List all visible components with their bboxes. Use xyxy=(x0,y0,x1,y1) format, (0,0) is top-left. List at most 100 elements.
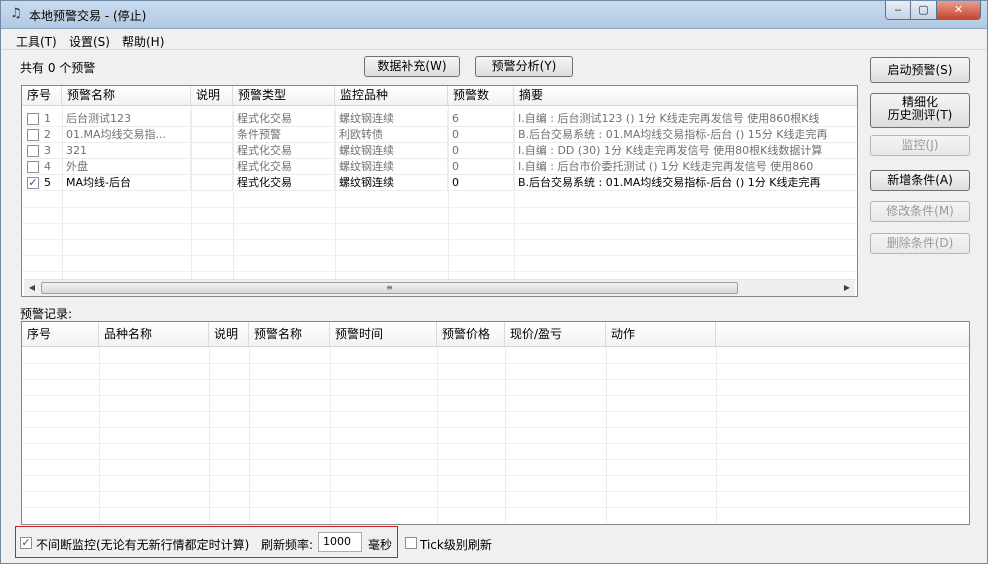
menu-help[interactable]: 帮助(H) xyxy=(122,33,164,50)
row-type: 程式化交易 xyxy=(233,175,335,191)
grid-line xyxy=(716,347,717,524)
row-desc xyxy=(191,111,233,127)
grid-line xyxy=(606,347,607,524)
empty-row-line xyxy=(22,271,857,272)
scroll-right-arrow-icon[interactable]: ▶ xyxy=(839,280,855,296)
horizontal-scrollbar[interactable]: ◀ ≡ ▶ xyxy=(24,279,855,296)
row-symbol: 螺纹钢连续 xyxy=(335,175,448,191)
col-header-name[interactable]: 预警名称 xyxy=(62,86,191,105)
row-count: 0 xyxy=(448,143,514,159)
row-checkbox-checked[interactable]: ✓ xyxy=(27,177,39,189)
empty-row-line xyxy=(22,207,857,208)
row-id: 3 xyxy=(44,144,51,157)
window-controls: ‒ ▢ ✕ xyxy=(885,1,981,21)
row-summary: B.后台交易系统 : 01.MA均线交易指标-后台 () 15分 K线走完再 xyxy=(518,128,828,141)
row-count: 0 xyxy=(448,159,514,175)
rec-col-price[interactable]: 预警价格 xyxy=(437,322,505,346)
row-summary: B.后台交易系统 : 01.MA均线交易指标-后台 () 1分 K线走完再 xyxy=(518,176,821,189)
row-symbol: 利欧转债 xyxy=(335,127,448,143)
edit-condition-button[interactable]: 修改条件(M) xyxy=(870,201,970,222)
empty-row-line xyxy=(22,507,969,508)
row-desc xyxy=(191,127,233,143)
empty-row-line xyxy=(22,395,969,396)
monitor-button[interactable]: 监控(J) xyxy=(870,135,970,156)
table-row[interactable]: 1 后台测试123 程式化交易 螺纹钢连续 6 I.自编 : 后台测试123 (… xyxy=(22,111,857,127)
row-count: 0 xyxy=(448,127,514,143)
continuous-monitor-checkbox[interactable]: ✓ xyxy=(20,537,32,549)
tick-refresh-checkbox[interactable] xyxy=(405,537,417,549)
empty-row-line xyxy=(22,459,969,460)
empty-row-line xyxy=(22,255,857,256)
maximize-button[interactable]: ▢ xyxy=(911,1,937,20)
start-alert-button[interactable]: 启动预警(S) xyxy=(870,57,970,83)
row-symbol: 螺纹钢连续 xyxy=(335,159,448,175)
row-name: 01.MA均线交易指... xyxy=(62,127,191,143)
scrollbar-thumb[interactable]: ≡ xyxy=(41,282,738,294)
records-table-header: 序号 品种名称 说明 预警名称 预警时间 预警价格 现价/盈亏 动作 xyxy=(22,322,969,347)
rec-col-action[interactable]: 动作 xyxy=(606,322,716,346)
add-condition-button[interactable]: 新增条件(A) xyxy=(870,170,970,191)
menu-settings[interactable]: 设置(S) xyxy=(69,33,110,50)
empty-row-line xyxy=(22,443,969,444)
row-checkbox[interactable] xyxy=(27,145,39,157)
empty-row-line xyxy=(22,491,969,492)
col-header-type[interactable]: 预警类型 xyxy=(233,86,335,105)
row-count: 0 xyxy=(448,175,514,191)
menu-bar: 工具(T) 设置(S) 帮助(H) xyxy=(2,30,986,50)
empty-row-line xyxy=(22,411,969,412)
menu-tools[interactable]: 工具(T) xyxy=(16,33,57,50)
grid-line xyxy=(505,347,506,524)
rec-col-id[interactable]: 序号 xyxy=(22,322,99,346)
scroll-left-arrow-icon[interactable]: ◀ xyxy=(24,280,40,296)
empty-row-line xyxy=(22,379,969,380)
title-bar: ♫ 本地预警交易 - (停止) ‒ ▢ ✕ xyxy=(1,1,987,29)
rec-col-alert-name[interactable]: 预警名称 xyxy=(249,322,330,346)
row-summary: I.自编 : DD (30) 1分 K线走完再发信号 使用80根K线数据计算 xyxy=(518,144,823,157)
empty-row-line xyxy=(22,223,857,224)
main-window: ♫ 本地预警交易 - (停止) ‒ ▢ ✕ 工具(T) 设置(S) 帮助(H) … xyxy=(0,0,988,564)
row-type: 程式化交易 xyxy=(233,111,335,127)
row-checkbox[interactable] xyxy=(27,161,39,173)
delete-condition-button[interactable]: 删除条件(D) xyxy=(870,233,970,254)
continuous-monitor-label: 不间断监控(无论有无新行情都定时计算) xyxy=(36,538,250,552)
rec-col-time[interactable]: 预警时间 xyxy=(330,322,437,346)
alert-count-label: 共有 0 个预警 xyxy=(20,61,96,75)
table-row[interactable]: 4 外盘 程式化交易 螺纹钢连续 0 I.自编 : 后台市价委托测试 () 1分… xyxy=(22,159,857,175)
rec-col-pnl[interactable]: 现价/盈亏 xyxy=(505,322,606,346)
records-table: 序号 品种名称 说明 预警名称 预警时间 预警价格 现价/盈亏 动作 xyxy=(21,321,970,525)
refine-history-button[interactable]: 精细化 历史测评(T) xyxy=(870,93,970,128)
refresh-interval-input[interactable]: 1000 xyxy=(318,532,362,552)
row-count: 6 xyxy=(448,111,514,127)
table-row[interactable]: 3 321 程式化交易 螺纹钢连续 0 I.自编 : DD (30) 1分 K线… xyxy=(22,143,857,159)
col-header-symbol[interactable]: 监控品种 xyxy=(335,86,448,105)
window-title: 本地预警交易 - (停止) xyxy=(29,9,147,23)
row-name: MA均线-后台 xyxy=(62,175,191,191)
col-header-summary[interactable]: 摘要 xyxy=(514,86,857,105)
alerts-table-header: 序号 预警名称 说明 预警类型 监控品种 预警数 摘要 xyxy=(22,86,857,106)
row-desc xyxy=(191,159,233,175)
row-name: 外盘 xyxy=(62,159,191,175)
alert-analysis-button[interactable]: 预警分析(Y) xyxy=(475,56,573,77)
row-checkbox[interactable] xyxy=(27,129,39,141)
rec-col-symbol[interactable]: 品种名称 xyxy=(99,322,209,346)
row-name: 后台测试123 xyxy=(62,111,191,127)
close-button[interactable]: ✕ xyxy=(937,1,981,20)
minimize-button[interactable]: ‒ xyxy=(885,1,911,20)
table-row[interactable]: ✓ 5 MA均线-后台 程式化交易 螺纹钢连续 0 B.后台交易系统 : 01.… xyxy=(22,175,857,191)
refresh-unit-label: 毫秒 xyxy=(368,538,393,552)
empty-row-line xyxy=(22,363,969,364)
row-summary: I.自编 : 后台测试123 () 1分 K线走完再发信号 使用860根K线 xyxy=(518,112,820,125)
grid-line xyxy=(209,347,210,524)
row-type: 程式化交易 xyxy=(233,143,335,159)
col-header-count[interactable]: 预警数 xyxy=(448,86,514,105)
empty-row-line xyxy=(22,427,969,428)
row-checkbox[interactable] xyxy=(27,113,39,125)
row-symbol: 螺纹钢连续 xyxy=(335,143,448,159)
fill-data-button[interactable]: 数据补充(W) xyxy=(364,56,460,77)
col-header-id[interactable]: 序号 xyxy=(22,86,62,105)
rec-col-desc[interactable]: 说明 xyxy=(209,322,249,346)
col-header-desc[interactable]: 说明 xyxy=(191,86,233,105)
row-id: 4 xyxy=(44,160,51,173)
table-row[interactable]: 2 01.MA均线交易指... 条件预警 利欧转债 0 B.后台交易系统 : 0… xyxy=(22,127,857,143)
empty-row-line xyxy=(22,239,857,240)
